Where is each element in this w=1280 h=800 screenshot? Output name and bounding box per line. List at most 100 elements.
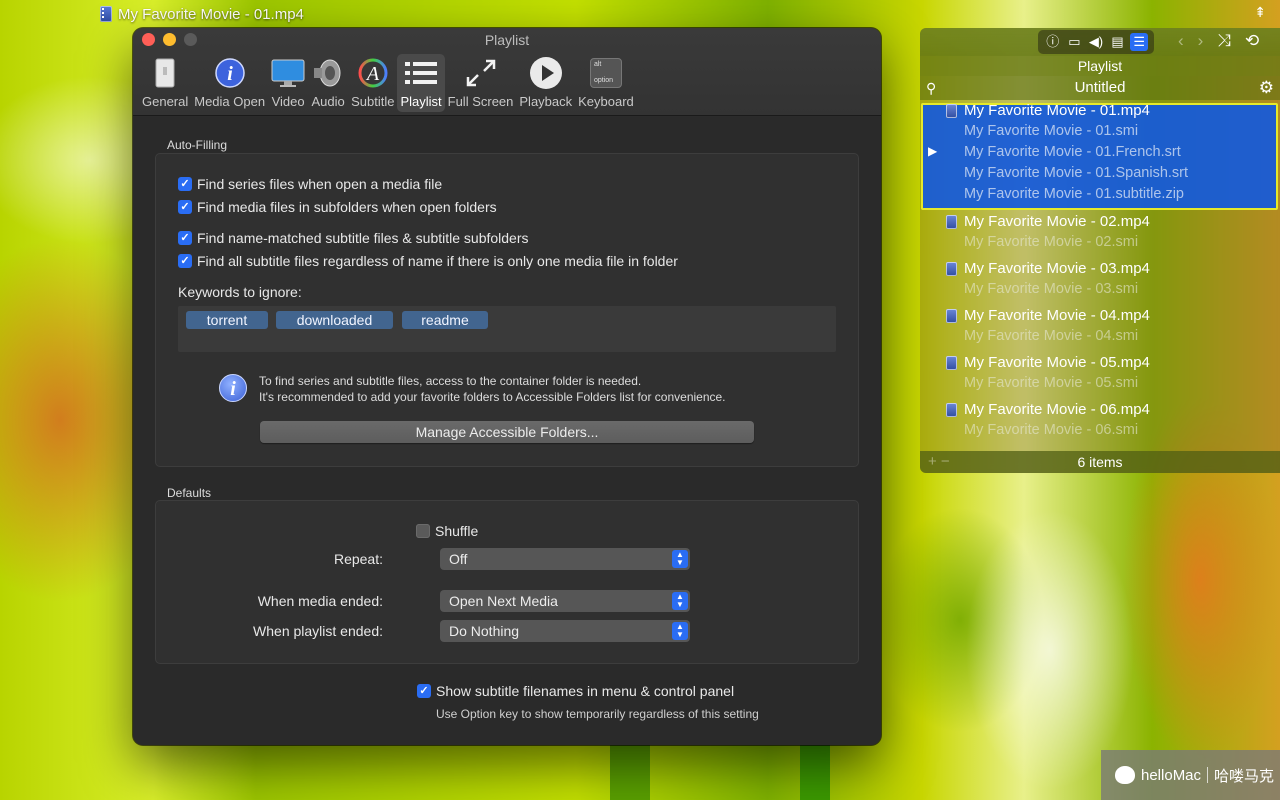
list-item[interactable]: My Favorite Movie - 03.mp4 xyxy=(964,260,1150,277)
list-item[interactable]: My Favorite Movie - 05.mp4 xyxy=(964,354,1150,371)
tab-general[interactable]: General xyxy=(139,54,191,112)
repeat-select[interactable]: Off ▲ ▼ xyxy=(440,548,690,570)
updown-arrows-icon: ▲ ▼ xyxy=(672,550,688,568)
tab-label: Playback xyxy=(519,94,573,109)
chevron-left-icon[interactable]: ‹ xyxy=(1178,31,1184,51)
defaults-heading: Defaults xyxy=(167,486,212,500)
watermark-brand: helloMac xyxy=(1141,766,1202,784)
volume-icon[interactable]: ◀) xyxy=(1087,33,1105,51)
checkbox-checked[interactable]: ✓ xyxy=(178,231,192,245)
tab-keyboard[interactable]: alt option Keyboard xyxy=(575,54,637,112)
check-find-subtitles[interactable]: ✓ Find name-matched subtitle files & sub… xyxy=(178,230,529,246)
tab-label: Keyboard xyxy=(578,94,634,109)
item-count: 6 items xyxy=(1077,454,1123,470)
check-find-series[interactable]: ✓ Find series files when open a media fi… xyxy=(178,176,442,192)
subtitle-icon[interactable]: ▤ xyxy=(1109,33,1127,51)
repeat-icon[interactable]: ⟲ xyxy=(1245,31,1259,51)
repeat-label: Repeat: xyxy=(333,551,383,567)
video-title: My Favorite Movie - 01.mp4 xyxy=(100,4,304,24)
subtitle-item[interactable]: My Favorite Movie - 05.smi xyxy=(964,375,1138,391)
select-value: Off xyxy=(449,551,468,567)
tab-full-screen[interactable]: Full Screen xyxy=(445,54,517,112)
screen-icon[interactable]: ▭ xyxy=(1065,33,1083,51)
check-find-subfolders[interactable]: ✓ Find media files in subfolders when op… xyxy=(178,199,497,215)
select-value: Open Next Media xyxy=(449,593,558,609)
subtitle-font-icon: A xyxy=(356,56,390,90)
playlist-toolbar: ⓘ ▭ ◀) ▤ ☰ ‹ › ⤨ ⟲ xyxy=(920,28,1280,56)
info-line: To find series and subtitle files, acces… xyxy=(259,374,642,388)
tab-video[interactable]: Video xyxy=(268,54,308,112)
subtitle-item[interactable]: My Favorite Movie - 03.smi xyxy=(964,281,1138,297)
playlist-name[interactable]: Untitled xyxy=(1075,79,1126,96)
checkbox-checked[interactable]: ✓ xyxy=(178,200,192,214)
checkbox-unchecked[interactable] xyxy=(416,524,430,538)
list-item[interactable]: My Favorite Movie - 04.mp4 xyxy=(964,307,1150,324)
tab-audio[interactable]: Audio xyxy=(308,54,348,112)
info-icon[interactable]: ⓘ xyxy=(1044,33,1062,51)
tab-media-open[interactable]: i Media Open xyxy=(191,54,268,112)
list-item[interactable]: My Favorite Movie - 01.mp4 xyxy=(964,102,1150,119)
keyword-token[interactable]: readme xyxy=(402,311,488,329)
gear-icon[interactable]: ⚙ xyxy=(1259,76,1274,100)
subtitle-item[interactable]: My Favorite Movie - 04.smi xyxy=(964,328,1138,344)
pin-icon[interactable]: ⇞ xyxy=(1254,4,1266,21)
playlist-ended-select[interactable]: Do Nothing ▲ ▼ xyxy=(440,620,690,642)
media-ended-select[interactable]: Open Next Media ▲ ▼ xyxy=(440,590,690,612)
chevron-right-icon[interactable]: › xyxy=(1198,31,1204,51)
general-icon xyxy=(148,56,182,90)
monitor-icon xyxy=(271,56,305,90)
select-value: Do Nothing xyxy=(449,623,520,639)
watermark: helloMac 哈喽马克 xyxy=(1101,750,1280,800)
speaker-icon xyxy=(311,56,345,90)
tab-label: Full Screen xyxy=(447,94,514,109)
subtitle-item[interactable]: My Favorite Movie - 01.subtitle.zip xyxy=(964,186,1184,202)
key-option-text: option xyxy=(593,77,614,84)
checkbox-checked[interactable]: ✓ xyxy=(178,177,192,191)
subtitle-item[interactable]: My Favorite Movie - 06.smi xyxy=(964,422,1138,438)
check-label: Find name-matched subtitle files & subti… xyxy=(197,230,529,246)
play-icon xyxy=(529,56,563,90)
window-title: Playlist xyxy=(484,32,530,48)
subtitle-item[interactable]: My Favorite Movie - 01.French.srt xyxy=(964,144,1181,160)
keyword-token[interactable]: torrent xyxy=(186,311,268,329)
panel-switcher: ⓘ ▭ ◀) ▤ ☰ xyxy=(1038,30,1154,54)
checkbox-checked[interactable]: ✓ xyxy=(417,684,431,698)
updown-arrows-icon: ▲ ▼ xyxy=(672,622,688,640)
keywords-token-field[interactable]: torrent downloaded readme xyxy=(178,306,836,352)
manage-accessible-folders-button[interactable]: Manage Accessible Folders... xyxy=(260,421,754,443)
add-remove-icon[interactable]: + − xyxy=(928,451,950,473)
list-icon xyxy=(404,56,438,90)
playlist-icon[interactable]: ☰ xyxy=(1130,33,1149,51)
film-icon xyxy=(946,262,957,276)
shuffle-icon[interactable]: ⤨ xyxy=(1217,31,1231,51)
titlebar: Playlist General i Media Open Video Audi… xyxy=(133,28,881,116)
tab-playlist[interactable]: Playlist xyxy=(397,54,445,112)
info-line: It's recommended to add your favorite fo… xyxy=(259,390,726,404)
list-item[interactable]: My Favorite Movie - 02.mp4 xyxy=(964,213,1150,230)
checkbox-checked[interactable]: ✓ xyxy=(178,254,192,268)
list-item[interactable]: My Favorite Movie - 06.mp4 xyxy=(964,401,1150,418)
check-show-subtitle-filenames[interactable]: ✓ Show subtitle filenames in menu & cont… xyxy=(417,683,734,699)
playlist-nav: ‹ › ⤨ ⟲ xyxy=(1178,31,1259,51)
keyword-token[interactable]: downloaded xyxy=(276,311,393,329)
film-icon xyxy=(100,6,112,22)
auto-filling-box: ✓ Find series files when open a media fi… xyxy=(155,153,859,467)
check-label: Find all subtitle files regardless of na… xyxy=(197,253,678,269)
tab-playback[interactable]: Playback xyxy=(516,54,575,112)
check-find-all-subtitles[interactable]: ✓ Find all subtitle files regardless of … xyxy=(178,253,678,269)
search-icon[interactable]: ⚲ xyxy=(926,76,936,100)
check-label: Find series files when open a media file xyxy=(197,176,443,192)
check-label: Show subtitle filenames in menu & contro… xyxy=(436,683,735,699)
subtitle-item[interactable]: My Favorite Movie - 02.smi xyxy=(964,234,1138,250)
playlist-items: ▶ My Favorite Movie - 01.mp4 My Favorite… xyxy=(920,100,1280,451)
tab-subtitle[interactable]: A Subtitle xyxy=(348,54,397,112)
option-key-hint: Use Option key to show temporarily regar… xyxy=(436,707,759,721)
subtitle-item[interactable]: My Favorite Movie - 01.Spanish.srt xyxy=(964,165,1188,181)
info-icon: i xyxy=(219,374,247,402)
check-shuffle[interactable]: Shuffle xyxy=(416,523,478,539)
media-ended-label: When media ended: xyxy=(257,593,383,609)
film-icon xyxy=(946,104,957,118)
tab-label: Playlist xyxy=(400,94,442,109)
key-alt-text: alt xyxy=(593,61,602,68)
subtitle-item[interactable]: My Favorite Movie - 01.smi xyxy=(964,123,1138,139)
